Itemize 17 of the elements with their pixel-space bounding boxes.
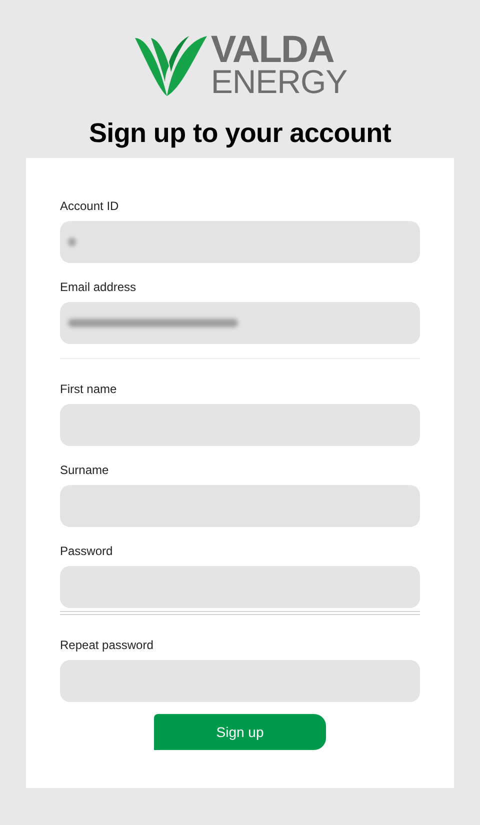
input-field[interactable]	[60, 485, 420, 527]
logo-subtitle: ENERGY	[210, 67, 348, 97]
blurred-value	[68, 238, 76, 246]
page-heading: Sign up to your account	[88, 117, 392, 150]
logo-wordmark: VALDA	[210, 33, 334, 67]
field-label: Repeat password	[60, 638, 154, 652]
field-label: Account ID	[60, 199, 120, 213]
field-label: Surname	[60, 463, 110, 477]
input-field[interactable]	[60, 566, 420, 608]
field-label: Password	[60, 544, 114, 558]
input-field[interactable]	[60, 302, 420, 344]
sign-up-button[interactable]: Sign up	[154, 714, 326, 750]
input-field[interactable]	[60, 404, 420, 446]
input-field[interactable]	[60, 660, 420, 702]
field-label: Email address	[60, 280, 138, 294]
input-field[interactable]	[60, 221, 420, 263]
field-label: First name	[60, 382, 118, 396]
